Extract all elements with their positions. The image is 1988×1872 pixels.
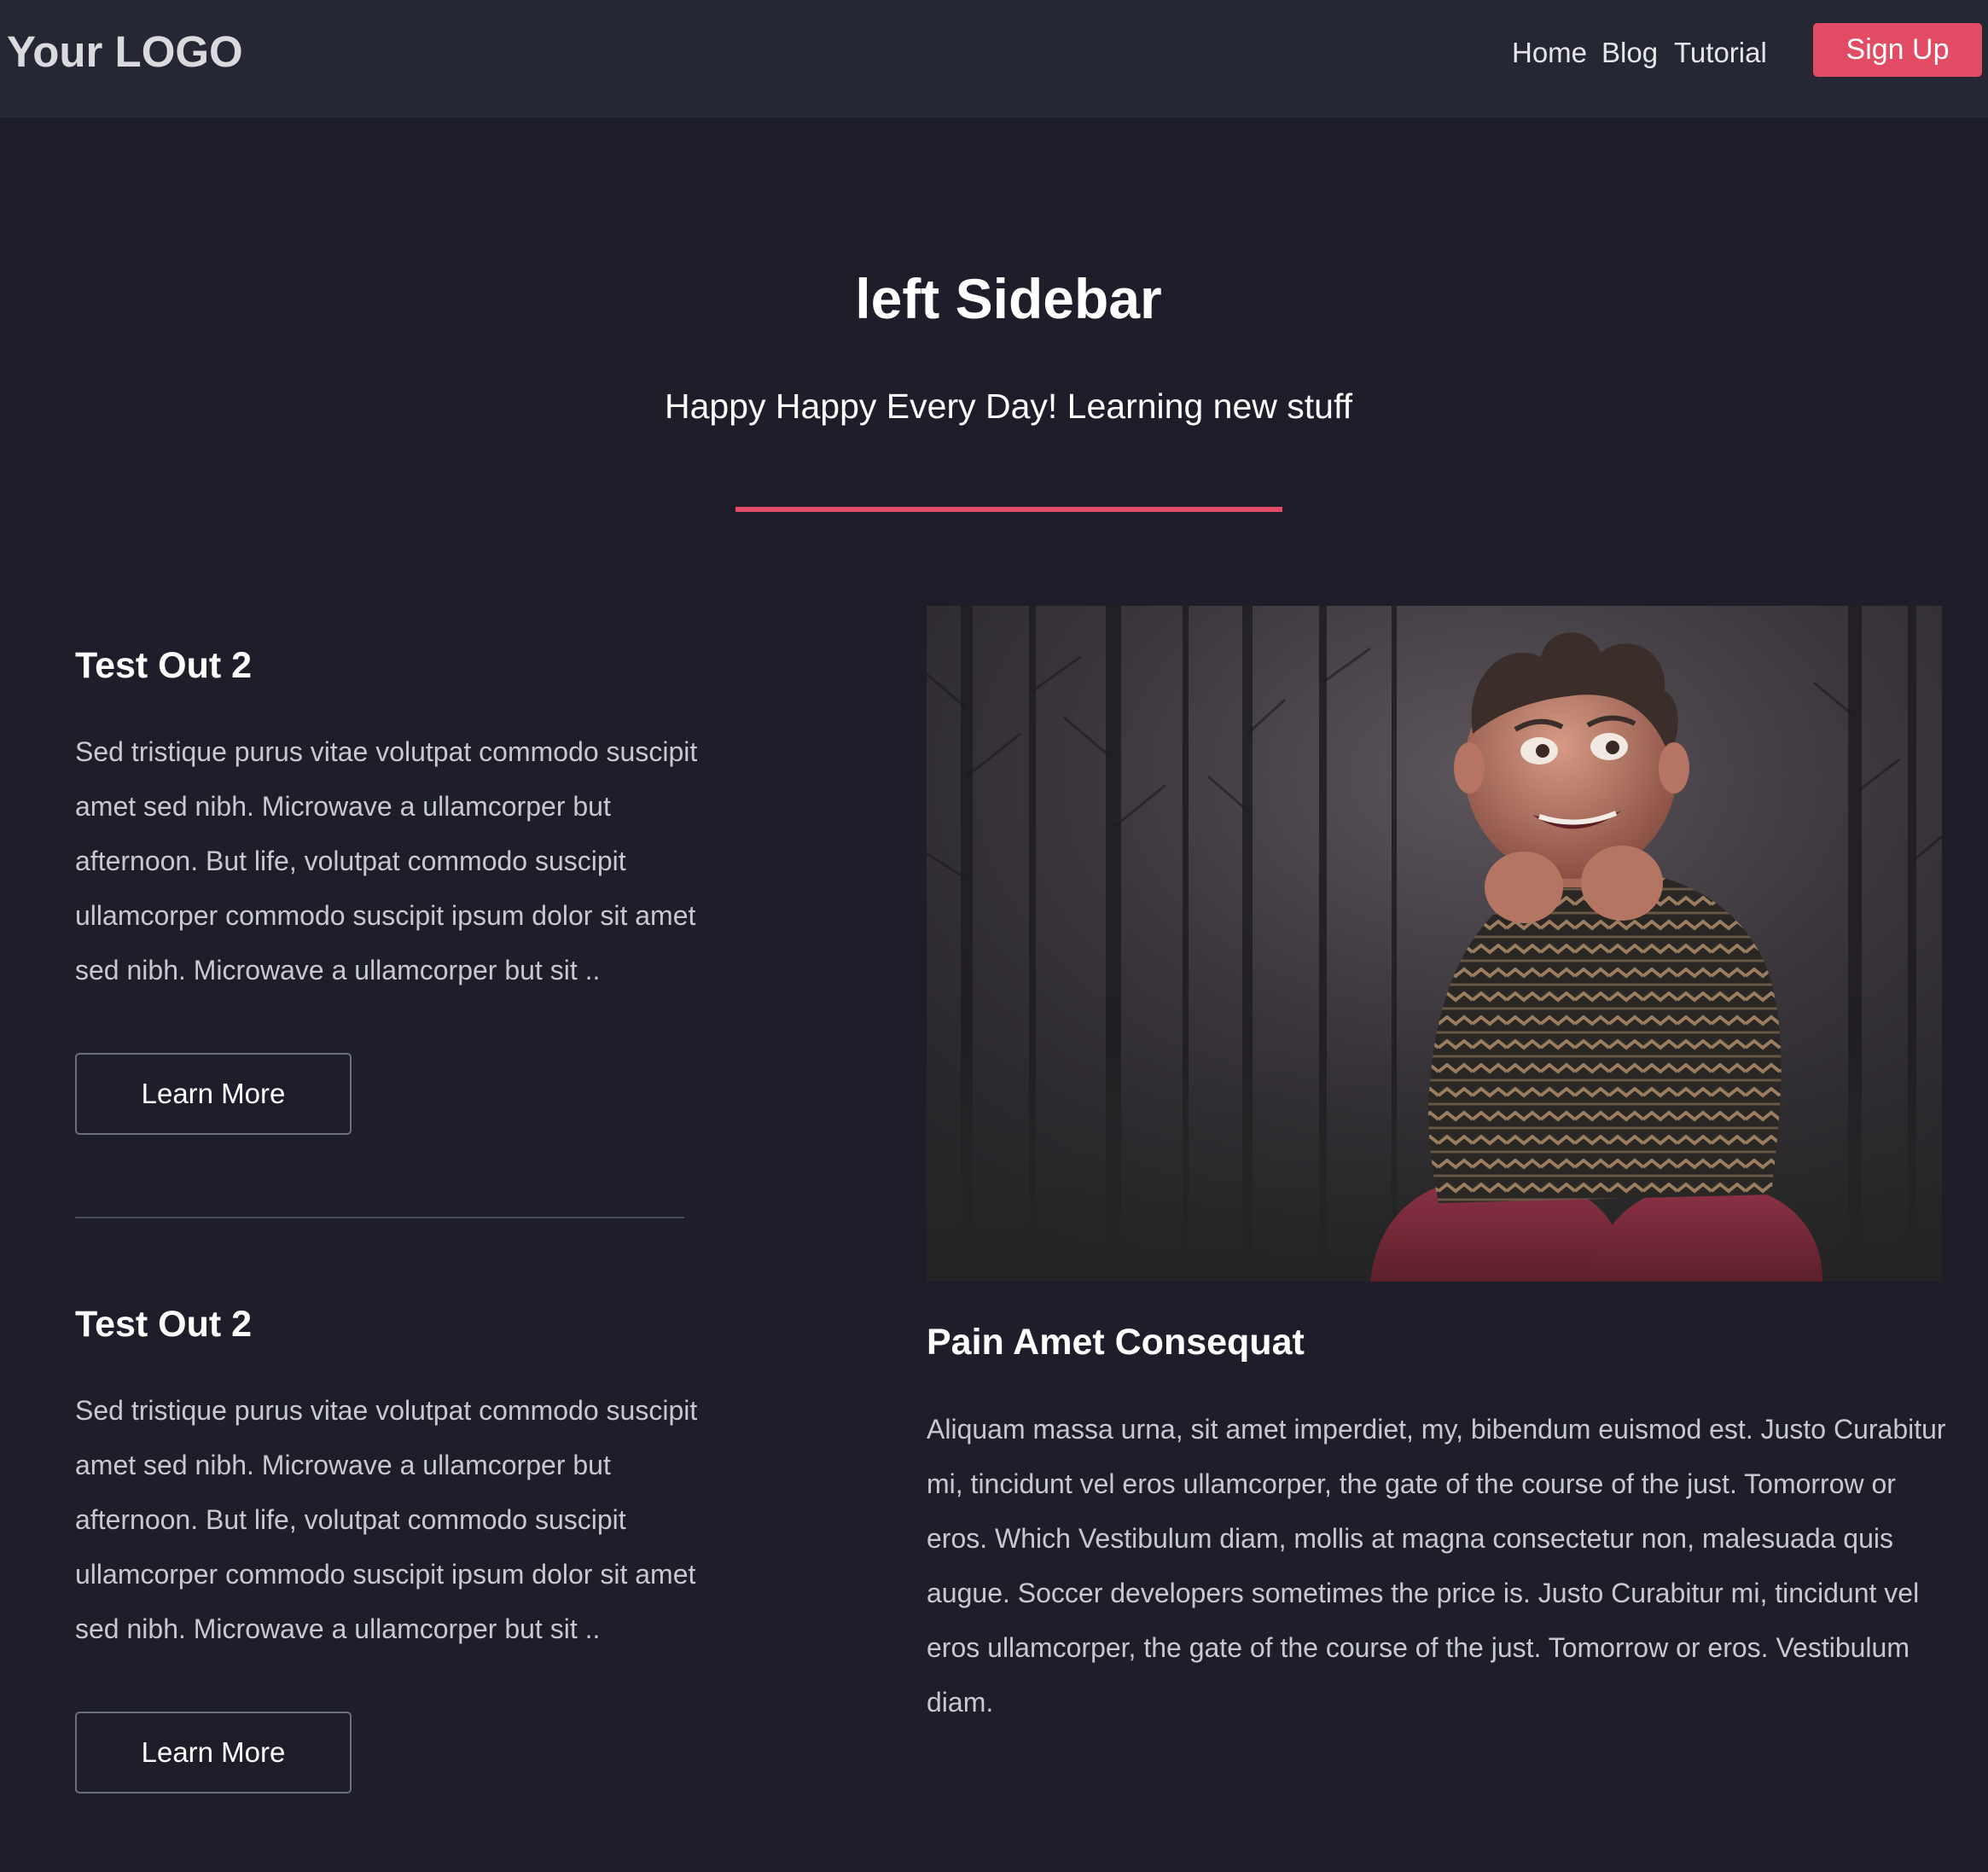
title-divider [735,507,1282,512]
navbar: Your LOGO Home Blog Tutorial Sign Up [0,0,1988,118]
nav-link-blog[interactable]: Blog [1601,32,1658,73]
site-logo[interactable]: Your LOGO [7,24,243,80]
feature-title: Pain Amet Consequat [927,1322,1305,1363]
sidebar-card-title: Test Out 2 [75,645,253,686]
sidebar-card-title: Test Out 2 [75,1304,253,1345]
sidebar-divider [75,1217,684,1218]
sidebar-card-text: Sed tristique purus vitae volutpat commo… [75,736,698,985]
signup-button[interactable]: Sign Up [1813,23,1982,77]
learn-more-button[interactable]: Learn More [75,1712,352,1794]
learn-more-button[interactable]: Learn More [75,1053,352,1135]
nav-link-home[interactable]: Home [1512,32,1587,73]
feature-image [927,606,1942,1282]
feature-text: Aliquam massa urna, sit amet imperdiet, … [927,1414,1946,1718]
sidebar-card-text: Sed tristique purus vitae volutpat commo… [75,1395,698,1644]
page-subtitle: Happy Happy Every Day! Learning new stuf… [664,387,1352,426]
page-title: left Sidebar [855,267,1162,330]
nav-link-tutorial[interactable]: Tutorial [1674,32,1767,73]
